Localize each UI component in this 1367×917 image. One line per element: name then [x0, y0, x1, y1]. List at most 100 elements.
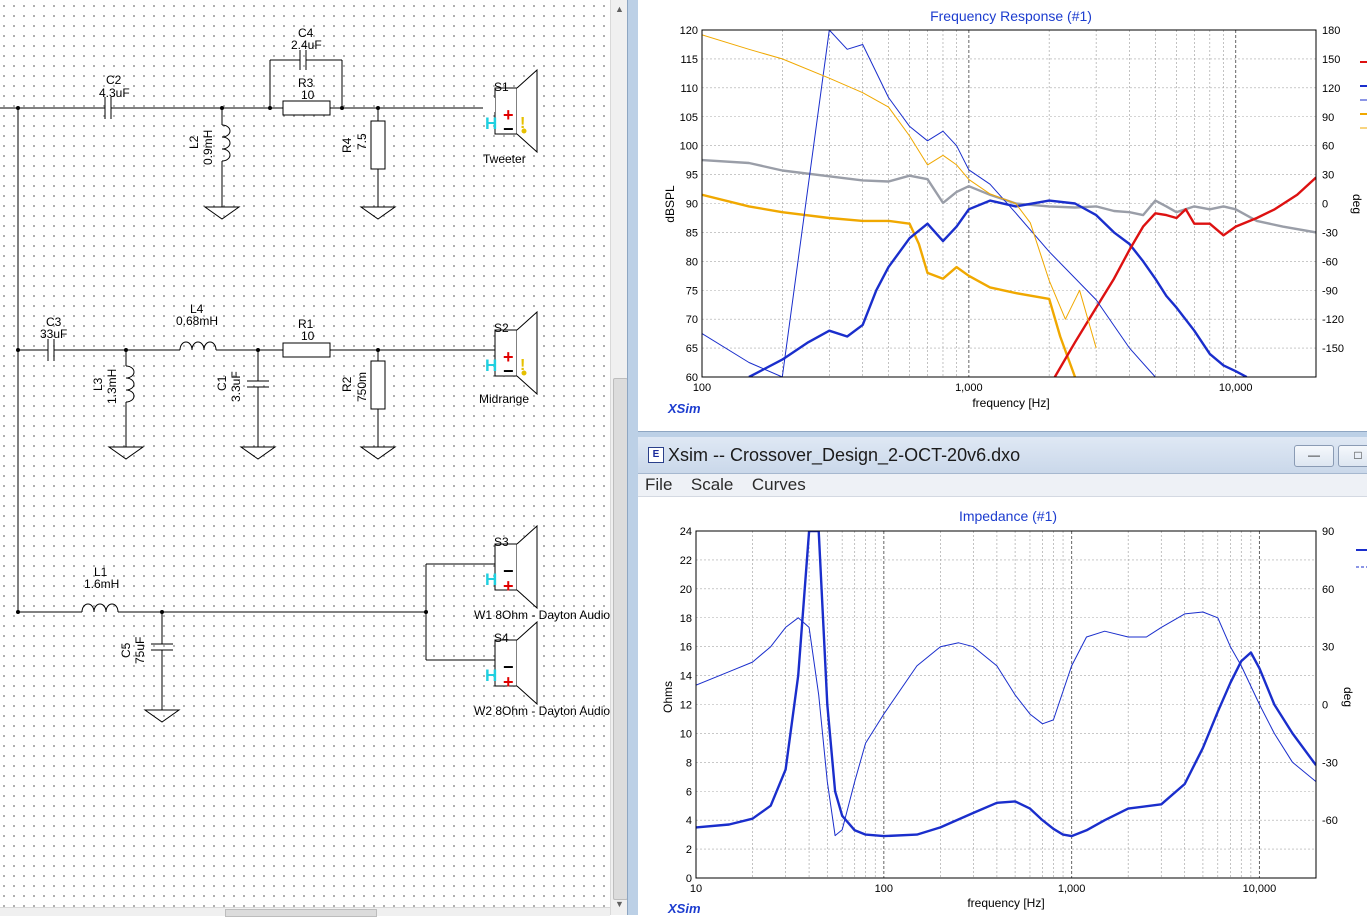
y2-tick-label: -60 [1322, 815, 1338, 827]
l3-value: 1.3mH [105, 369, 119, 404]
scrollbar-thumb[interactable] [613, 378, 628, 900]
y-tick-label: 18 [680, 613, 692, 625]
c3-value: 33uF [40, 327, 67, 341]
s1-minus: − [503, 119, 514, 139]
freq-ticks: 120 115 110 105 100 95 90 85 80 75 70 65 60 180 150 120… [680, 25, 1344, 394]
series-line-5 [702, 34, 1097, 349]
scroll-down-icon[interactable]: ▼ [613, 897, 626, 911]
y-tick-label: 70 [686, 314, 698, 326]
y2-tick-label: 60 [1322, 584, 1334, 596]
x-tick-label: 1,000 [955, 382, 983, 394]
y-tick-label: 115 [680, 54, 698, 66]
imp-series [696, 531, 1316, 838]
impedance-chart[interactable]: Impedance (#1) frequency [Hz] Ohms deg X… [638, 497, 1367, 915]
freq-ylabel: dBSPL [663, 185, 677, 223]
y2-tick-label: -90 [1322, 285, 1338, 297]
y2-tick-label: 180 [1322, 25, 1340, 37]
window-title: Xsim -- Crossover_Design_2-OCT-20v6.dxo [668, 445, 1021, 465]
schematic-canvas[interactable]: H + − ! H + − ! H − + H − + C2 4.3uF C4 … [0, 0, 610, 907]
s3-ref: S3 [494, 535, 509, 549]
x-tick-label: 10 [690, 883, 702, 895]
c2-value: 4.3uF [99, 86, 130, 100]
x-tick-label: 1,000 [1058, 883, 1086, 895]
s4-caption: W2 8Ohm - Dayton Audio [474, 704, 610, 718]
r2-ref: R2 [340, 376, 354, 392]
y-tick-label: 95 [686, 170, 698, 182]
s1-dot-icon [521, 128, 527, 134]
y2-tick-label: 30 [1322, 170, 1334, 182]
schematic-vertical-scrollbar[interactable]: ▲ ▼ [610, 0, 628, 915]
freq-grid [701, 29, 1317, 378]
imp-ticks: 2422201816141210864209060300-30-6010 100 1… [680, 526, 1338, 895]
x-tick-label: 100 [875, 883, 893, 895]
xsim-app-icon: E [648, 447, 664, 463]
schematic-drawing: H + − ! H + − ! H − + H − + C2 4.3uF C4 … [0, 26, 610, 723]
r4-ref: R4 [340, 137, 354, 153]
s1-ref: S1 [494, 80, 509, 94]
y-tick-label: 4 [686, 815, 692, 827]
y2-tick-label: 60 [1322, 141, 1334, 153]
menu-curves[interactable]: Curves [745, 474, 813, 496]
y2-tick-label: 90 [1322, 112, 1334, 124]
y2-tick-label: -120 [1322, 314, 1344, 326]
r1-value: 10 [301, 329, 315, 343]
menu-scale[interactable]: Scale [684, 474, 741, 496]
y2-tick-label: -60 [1322, 256, 1338, 268]
s2-minus: − [503, 361, 514, 381]
y-tick-label: 85 [686, 227, 698, 239]
y-tick-label: 75 [686, 285, 698, 297]
s4-h-mark: H [485, 666, 497, 685]
window-titlebar[interactable]: E Xsim -- Crossover_Design_2-OCT-20v6.dx… [638, 437, 1367, 474]
minimize-button[interactable]: — [1294, 445, 1334, 467]
r2-value: 750m [355, 372, 369, 402]
xsim-brand-logo: XSim [667, 401, 701, 416]
frequency-response-chart[interactable]: Frequency Response (#1) frequency [Hz] d… [638, 0, 1367, 432]
c4-value: 2.4uF [291, 38, 322, 52]
l3-ref: L3 [91, 377, 105, 391]
y-tick-label: 90 [686, 199, 698, 211]
frequency-response-pane: Frequency Response (#1) frequency [Hz] d… [638, 0, 1367, 432]
l2-value: 0.9mH [201, 130, 215, 165]
y-tick-label: 20 [680, 584, 692, 596]
y-tick-label: 120 [680, 25, 698, 37]
s2-caption: Midrange [479, 392, 529, 406]
s2-ref: S2 [494, 321, 509, 335]
s3-caption: W1 8Ohm - Dayton Audio [474, 608, 610, 622]
y-tick-label: 100 [680, 141, 698, 153]
imp-chart-title: Impedance (#1) [959, 508, 1057, 524]
maximize-button[interactable]: □ [1338, 445, 1367, 467]
menu-bar: File Scale Curves [638, 474, 1367, 497]
imp-ylabel: Ohms [661, 681, 675, 713]
c5-ref: C5 [119, 642, 133, 658]
y-tick-label: 16 [680, 642, 692, 654]
c1-value: 3.3uF [229, 371, 243, 402]
y2-tick-label: -30 [1322, 757, 1338, 769]
c2-ref: C2 [106, 73, 122, 87]
menu-file[interactable]: File [638, 474, 679, 496]
s1-caption: Tweeter [483, 152, 526, 166]
c5-value: 75uF [133, 637, 147, 664]
hscrollbar-thumb[interactable] [225, 909, 377, 917]
imp-legend [1356, 549, 1367, 568]
y-tick-label: 10 [680, 728, 692, 740]
l2-ref: L2 [187, 135, 201, 149]
scroll-up-icon[interactable]: ▲ [613, 2, 626, 16]
y-tick-label: 105 [680, 112, 698, 124]
s4-ref: S4 [494, 631, 509, 645]
s1-h-mark: H [485, 114, 497, 133]
r4-value: 7.5 [355, 133, 369, 150]
x-tick-label: 10,000 [1219, 382, 1253, 394]
imp-xlabel: frequency [Hz] [967, 896, 1044, 910]
y-tick-label: 65 [686, 343, 698, 355]
series-line-0 [702, 158, 1316, 234]
y-tick-label: 12 [680, 700, 692, 712]
series-line-0 [696, 531, 1316, 838]
y-tick-label: 22 [680, 555, 692, 567]
freq-legend [1360, 61, 1367, 129]
s4-plus: + [503, 672, 514, 692]
impedance-window: E Xsim -- Crossover_Design_2-OCT-20v6.dx… [638, 437, 1367, 915]
y-tick-label: 2 [686, 844, 692, 856]
y2-tick-label: -30 [1322, 227, 1338, 239]
l4-value: 0.68mH [176, 314, 218, 328]
imp-y2label: deg [1341, 687, 1355, 707]
